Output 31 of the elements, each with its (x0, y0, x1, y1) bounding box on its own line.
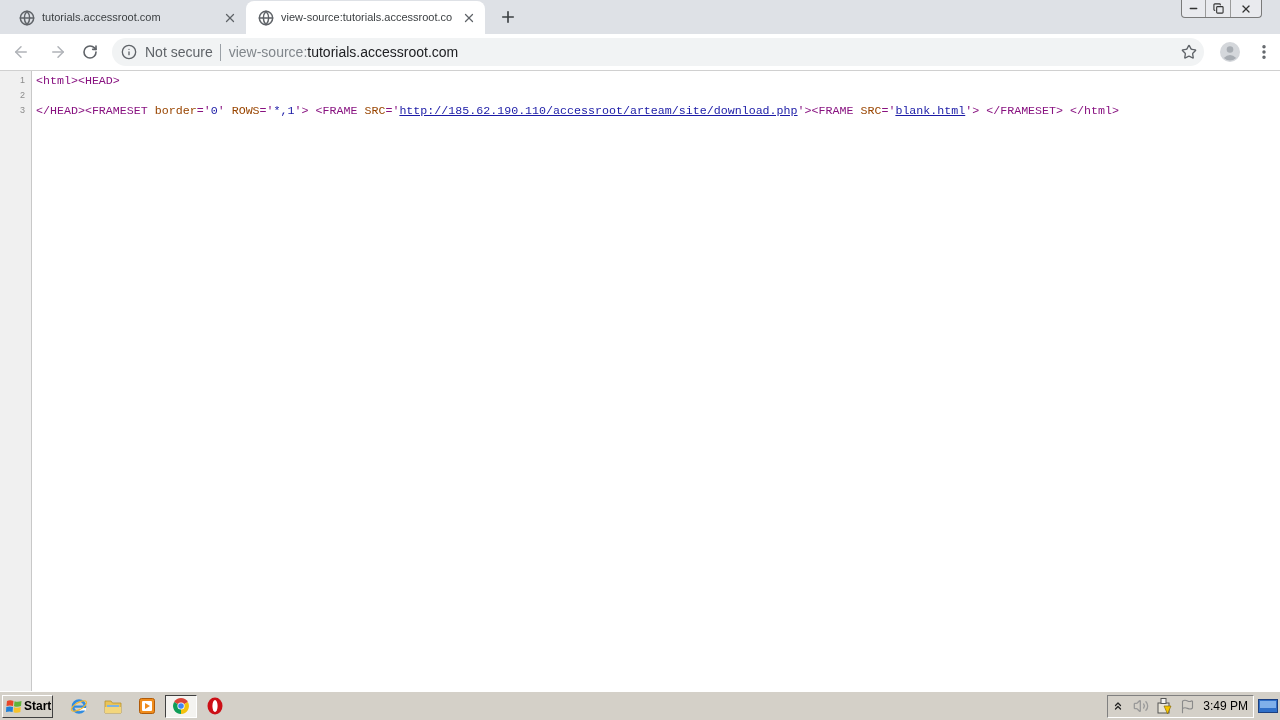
globe-icon (19, 9, 35, 26)
media-player-icon[interactable] (139, 698, 155, 714)
line-number: 2 (20, 89, 25, 102)
clock[interactable]: 3:49 PM (1203, 697, 1248, 715)
show-desktop-icon[interactable] (1258, 699, 1278, 713)
new-tab-icon[interactable] (499, 8, 517, 26)
browser-tab[interactable]: view-source:tutorials.accessroot.co (246, 1, 485, 34)
source-line: </HEAD><FRAMESET border='0' ROWS='*,1'> <FRAME SRC='http://185.62.190.110/accessroot/arteam/site/download.php'><FRAME SRC='blank.html'> </FRAMESET> </html> (36, 103, 1119, 118)
chevron-up-icon[interactable] (1112, 700, 1124, 712)
globe-icon (258, 9, 274, 26)
browser-logo-icon[interactable] (173, 698, 189, 714)
line-number: 3 (20, 104, 25, 117)
network-warning-icon[interactable] (1155, 697, 1173, 715)
tab-title: tutorials.accessroot.com (42, 10, 162, 26)
source-line: <html><HEAD> (36, 73, 120, 88)
source-link[interactable]: http://185.62.190.110/accessroot/arteam/site/download.php (399, 104, 798, 117)
bookmark-star-icon[interactable] (1181, 44, 1197, 60)
info-icon[interactable] (121, 44, 137, 60)
tab-title: view-source:tutorials.accessroot.co (281, 10, 454, 26)
start-logo-icon (6, 698, 22, 714)
taskbar-app-button[interactable] (165, 694, 197, 718)
security-label: Not secure (145, 42, 213, 62)
address-text: view-source:tutorials.accessroot.com (228, 42, 460, 62)
o-logo-icon[interactable] (207, 697, 223, 715)
restore-icon (1212, 3, 1224, 14)
address-bar[interactable]: Not secure view-source:tutorials.accessroot.com (112, 38, 1204, 66)
reload-icon[interactable] (82, 44, 98, 60)
start-button[interactable]: Start (2, 694, 53, 718)
browser-e-logo-icon[interactable] (70, 697, 88, 715)
line-number: 1 (20, 74, 25, 87)
source-link[interactable]: blank.html (895, 104, 966, 117)
